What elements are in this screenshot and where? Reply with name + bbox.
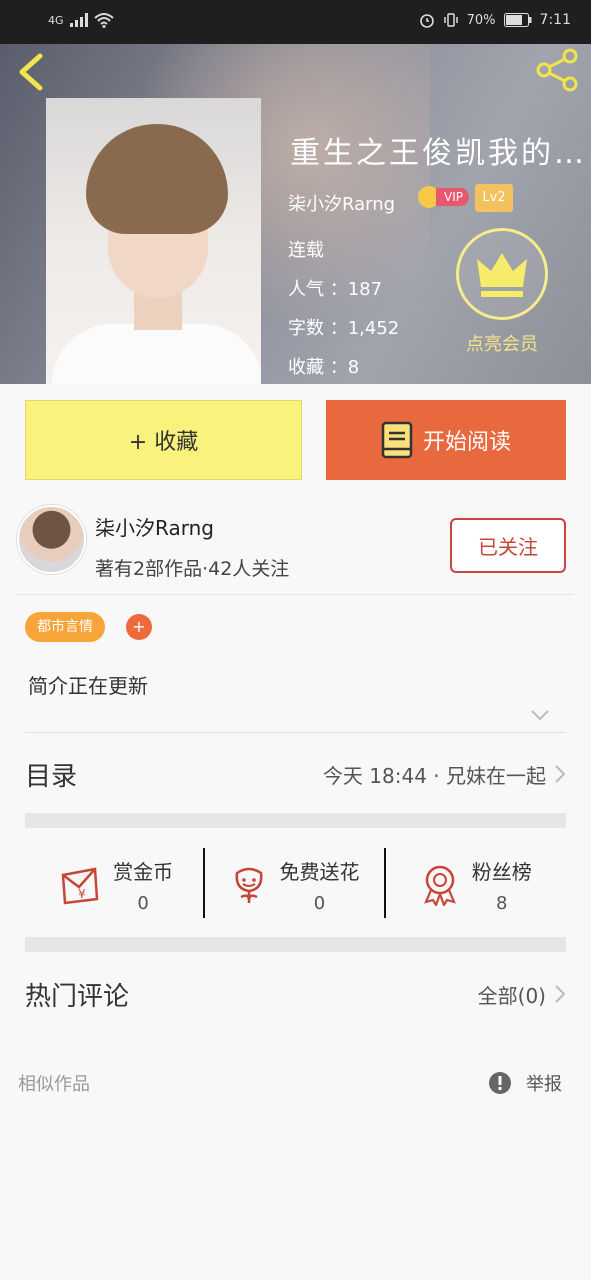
reward-flowers[interactable]: 免费送花 0: [203, 840, 385, 930]
vip-badge: VIP: [418, 186, 469, 208]
chevron-right-icon: [555, 985, 566, 1003]
vibrate-icon: [443, 13, 458, 27]
crown-icon: [477, 253, 527, 297]
latest-chapter: 今天 18:44 · 兄妹在一起: [322, 763, 546, 788]
signal-icon: [69, 13, 88, 27]
alarm-icon: [419, 14, 434, 28]
author-name[interactable]: 柒小汐Rarng: [95, 512, 214, 541]
divider: [17, 594, 574, 595]
flower-icon: [235, 867, 263, 903]
book-icon: [381, 421, 413, 459]
reward-coins-label: 赏金币: [113, 860, 174, 884]
chevron-down-icon[interactable]: [530, 708, 550, 722]
similar-works-label: 相似作品: [18, 1074, 90, 1095]
rewards-panel: ¥ 赏金币 0 免费送花 0 粉丝榜 8: [25, 840, 566, 930]
author-avatar[interactable]: [17, 505, 86, 574]
section-separator: [25, 937, 566, 952]
follow-button[interactable]: 已关注: [450, 518, 566, 573]
medal-icon: [423, 865, 456, 906]
book-author[interactable]: 柒小汐Rarng: [288, 190, 395, 216]
book-favorites: 收藏 ：8: [288, 357, 360, 378]
battery-icon: [503, 13, 532, 27]
status-bar: 4G 70% 7:11: [0, 0, 591, 44]
book-title: 重生之王俊凯我的…: [290, 136, 587, 171]
hot-comments-label: 热门评论: [25, 981, 130, 1012]
add-favorite-button[interactable]: + 收藏: [25, 400, 302, 480]
battery-percent: 70%: [466, 12, 496, 28]
wifi-icon: [93, 13, 114, 28]
book-status: 连载: [288, 240, 324, 261]
reward-fan-ranking-label: 粉丝榜: [471, 860, 532, 884]
svg-text:¥: ¥: [78, 887, 86, 901]
book-intro: 简介正在更新: [28, 674, 148, 698]
reward-fan-ranking-value: 8: [496, 893, 508, 914]
genre-tag[interactable]: 都市言情: [25, 612, 105, 642]
report-button[interactable]: 举报: [488, 1070, 562, 1096]
follow-label: 已关注: [478, 535, 538, 559]
back-arrow-icon[interactable]: [14, 52, 50, 92]
add-favorite-label: + 收藏: [128, 430, 199, 455]
catalog-row[interactable]: 目录 今天 18:44 · 兄妹在一起: [25, 752, 566, 796]
add-tag-button[interactable]: +: [126, 614, 152, 640]
reward-coins[interactable]: ¥ 赏金币 0: [25, 840, 205, 930]
reward-fan-ranking[interactable]: 粉丝榜 8: [383, 840, 566, 930]
comments-row[interactable]: 热门评论 全部(0): [25, 972, 566, 1016]
section-separator: [25, 813, 566, 828]
start-reading-label: 开始阅读: [422, 430, 511, 455]
divider: [25, 732, 566, 733]
catalog-label: 目录: [25, 761, 78, 792]
vip-membership-label[interactable]: 点亮会员: [456, 330, 548, 356]
reward-flowers-label: 免费送花: [279, 860, 360, 884]
vip-membership-button[interactable]: [456, 228, 548, 320]
alert-icon: [489, 1072, 511, 1094]
book-word-count: 字数 ：1,452: [288, 318, 400, 339]
all-comments-link[interactable]: 全部(0): [478, 980, 546, 1009]
red-envelope-icon: ¥: [61, 867, 99, 905]
status-right: 70% 7:11: [419, 12, 571, 28]
share-icon[interactable]: [536, 48, 580, 92]
author-stats: 著有2部作品·42人关注: [95, 558, 290, 580]
vip-label: VIP: [436, 188, 469, 206]
book-cover-image: [46, 98, 261, 384]
start-reading-button[interactable]: 开始阅读: [326, 400, 566, 480]
chevron-right-icon: [555, 765, 566, 783]
status-left: 4G: [48, 12, 114, 28]
reward-flowers-value: 0: [313, 893, 326, 914]
clock: 7:11: [539, 12, 571, 28]
book-popularity: 人气 ：187: [288, 279, 383, 300]
reward-coins-value: 0: [137, 893, 149, 914]
level-badge: Lv2: [475, 184, 513, 212]
network-label: 4G: [48, 13, 64, 27]
report-label: 举报: [526, 1074, 562, 1095]
